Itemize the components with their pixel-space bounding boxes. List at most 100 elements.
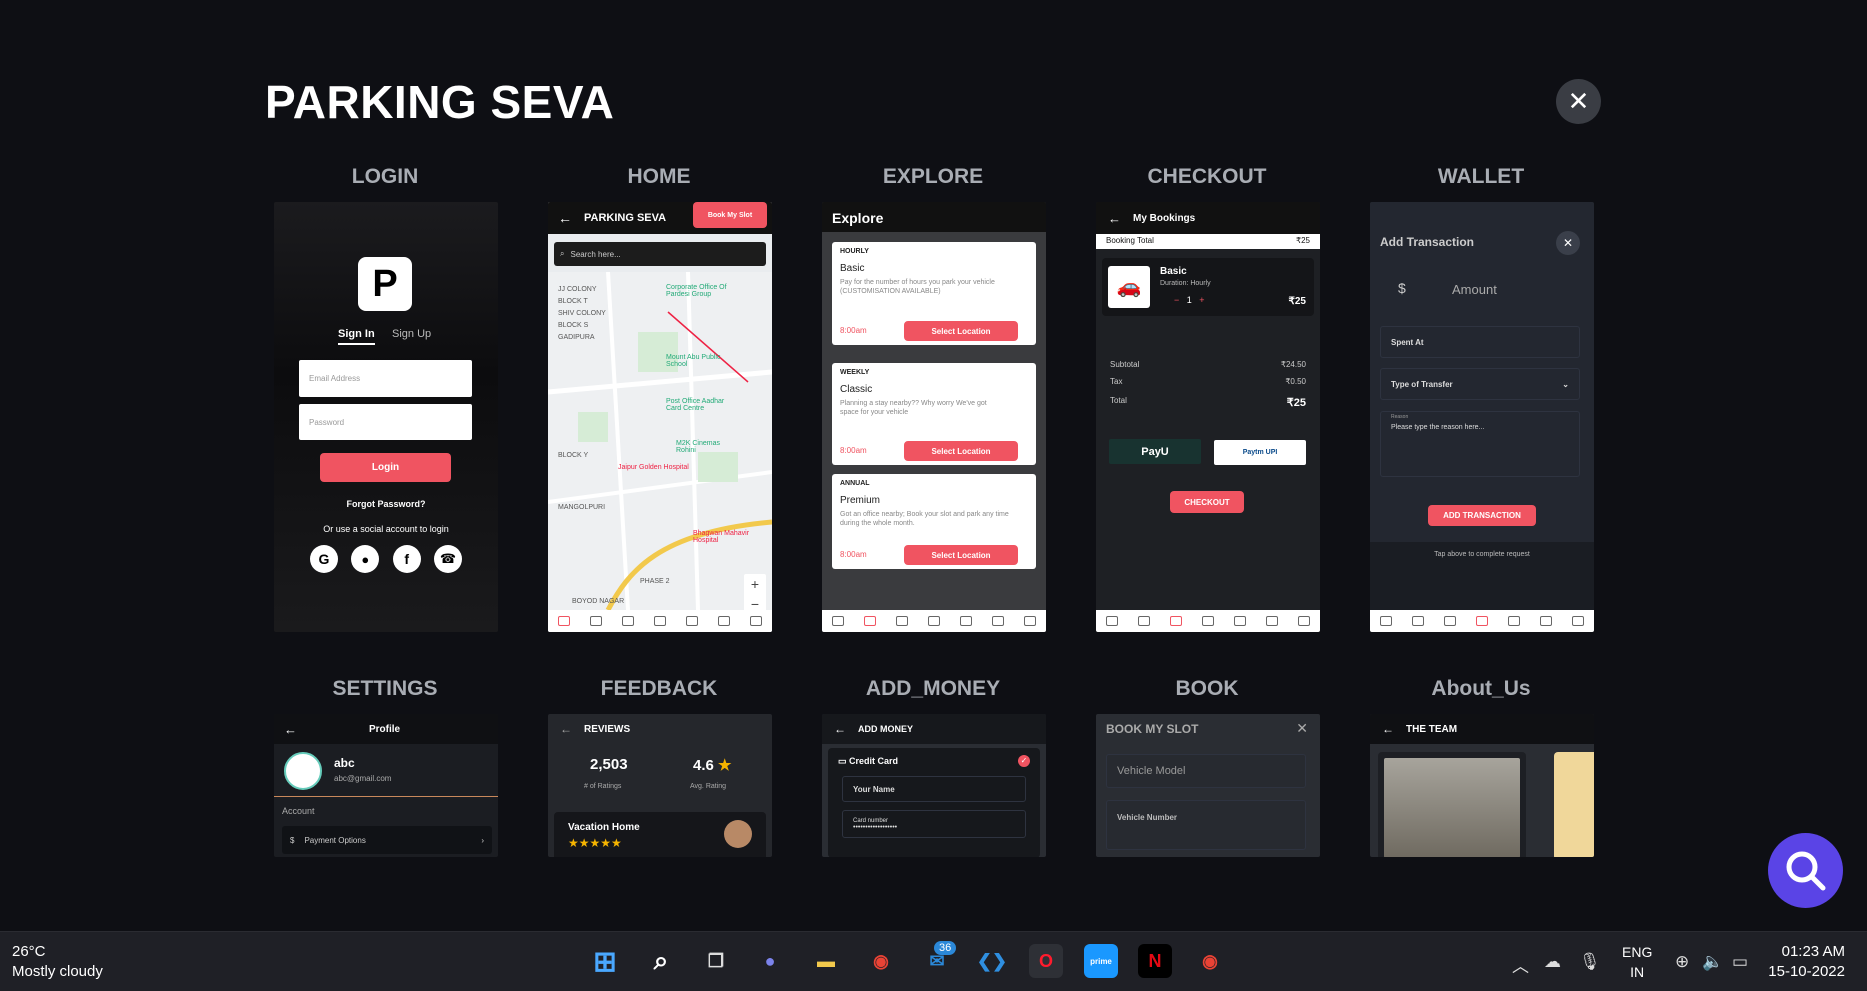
wallet-screen[interactable]: Add Transaction ✕ $ Amount Spent At Type… — [1370, 202, 1594, 632]
total-label: Total — [1110, 396, 1127, 405]
phone-icon[interactable]: ☎ — [433, 545, 462, 573]
vehicle-number-input[interactable]: Vehicle Number — [1106, 800, 1306, 850]
payment-options-item[interactable]: $ Payment Options › — [282, 826, 492, 854]
back-arrow-icon[interactable]: ← — [1382, 722, 1394, 736]
teams-chat-icon[interactable]: ● — [753, 944, 787, 978]
login-button[interactable]: Login — [320, 453, 451, 482]
clock[interactable]: 01:23 AM 15-10-2022 — [1768, 942, 1845, 982]
windows-start-icon[interactable]: ⊞ — [588, 944, 622, 978]
netflix-icon[interactable]: N — [1138, 944, 1172, 978]
payu-option[interactable]: PayU — [1109, 439, 1201, 464]
back-arrow-icon[interactable]: ← — [834, 722, 846, 736]
book-screen[interactable]: BOOK MY SLOT ✕ Vehicle Model Vehicle Num… — [1096, 714, 1320, 857]
email-field[interactable]: Email Address — [299, 360, 472, 397]
select-location-button[interactable]: Select Location — [904, 545, 1018, 565]
ratings-count: 2,503 — [590, 756, 628, 773]
back-arrow-icon[interactable]: ← — [284, 722, 297, 737]
onedrive-icon[interactable]: ☁ — [1544, 952, 1561, 972]
subtotal-label: Subtotal — [1110, 360, 1140, 369]
paytm-upi-option[interactable]: Paytm UPI — [1214, 440, 1306, 465]
map-label: MANGOLPURI — [558, 504, 606, 511]
check-icon: ✓ — [1018, 755, 1030, 767]
bottom-nav[interactable] — [822, 610, 1046, 632]
file-explorer-icon[interactable]: ▬ — [809, 944, 843, 978]
battery-icon[interactable]: ▭ — [1732, 952, 1748, 972]
login-screen[interactable]: P Sign In Sign Up Email Address Password… — [274, 202, 498, 632]
search-icon[interactable]: ⌕ — [644, 944, 678, 978]
bottom-nav[interactable] — [548, 610, 772, 632]
task-view-icon[interactable]: ❐ — [699, 944, 733, 978]
apple-icon[interactable]: ● — [351, 545, 380, 573]
card-label-book: BOOK — [1175, 677, 1239, 700]
map-label: PHASE 2 — [640, 578, 670, 585]
tab-signin[interactable]: Sign In — [338, 328, 375, 345]
select-location-button[interactable]: Select Location — [904, 321, 1018, 341]
chevron-down-icon: ⌄ — [1562, 379, 1569, 389]
opera-icon[interactable]: O — [1029, 944, 1063, 978]
volume-icon[interactable]: 🔈 — [1702, 952, 1723, 972]
book-my-slot-button[interactable]: Book My Slot — [693, 202, 767, 228]
card-label-settings: SETTINGS — [332, 677, 438, 700]
microphone-icon[interactable]: 🎙 — [1579, 952, 1601, 972]
plan-card[interactable]: WEEKLY Classic Planning a stay nearby?? … — [832, 363, 1036, 465]
qty-stepper[interactable]: − 1 + — [1174, 295, 1205, 305]
bottom-nav[interactable] — [1370, 610, 1594, 632]
wallet-hint: Tap above to complete request — [1434, 551, 1530, 558]
close-button[interactable]: ✕ — [1556, 79, 1601, 124]
feedback-screen[interactable]: ← REVIEWS 2,503 # of Ratings 4.6 ★ Avg. … — [548, 714, 772, 857]
map-search-input[interactable]: Search here... — [570, 250, 620, 259]
profile-name: abc — [334, 756, 355, 770]
rating-stars: ★★★★★ — [568, 836, 622, 850]
home-screen[interactable]: ← PARKING SEVA Book My Slot ⌕ Search her… — [548, 202, 772, 632]
tab-signup[interactable]: Sign Up — [392, 328, 431, 340]
back-arrow-icon[interactable]: ← — [560, 722, 572, 736]
map-label: BOYOD NAGAR — [572, 598, 625, 605]
about-us-screen[interactable]: ← THE TEAM — [1370, 714, 1594, 857]
name-input[interactable]: Your Name — [842, 776, 1026, 802]
chrome-icon[interactable]: ◉ — [864, 944, 898, 978]
back-arrow-icon[interactable]: ← — [558, 210, 572, 226]
prime-video-icon[interactable]: prime — [1084, 944, 1118, 978]
close-icon[interactable]: ✕ — [1296, 720, 1308, 737]
network-icon[interactable]: ⊕ — [1675, 952, 1689, 972]
close-icon[interactable]: ✕ — [1556, 231, 1580, 255]
amount-input[interactable]: Amount — [1452, 282, 1497, 297]
search-fab-button[interactable] — [1768, 833, 1843, 908]
avg-rating-label: Avg. Rating — [690, 783, 727, 790]
facebook-icon[interactable]: f — [392, 545, 421, 573]
language-indicator[interactable]: ENG IN — [1622, 942, 1652, 982]
ratings-label: # of Ratings — [584, 783, 622, 790]
chevron-up-icon[interactable]: ︿ — [1512, 952, 1529, 977]
password-field[interactable]: Password — [299, 404, 472, 440]
payment-method-card[interactable]: ▭ Credit Card ✓ Your Name Card number •••… — [828, 748, 1040, 857]
plan-card[interactable]: HOURLY Basic Pay for the number of hours… — [832, 242, 1036, 345]
total-value: ₹25 — [1286, 397, 1306, 409]
type-of-transfer-select[interactable]: Type of Transfer ⌄ — [1380, 368, 1580, 400]
spent-at-field[interactable]: Spent At — [1380, 326, 1580, 358]
back-arrow-icon[interactable]: ← — [1108, 211, 1121, 226]
vehicle-model-input[interactable]: Vehicle Model — [1106, 754, 1306, 788]
card-label-checkout: CHECKOUT — [1147, 165, 1267, 188]
google-icon[interactable]: G — [310, 545, 338, 573]
checkout-screen[interactable]: ← My Bookings Booking Total ₹25 🚗 Basic … — [1096, 202, 1320, 632]
explore-screen[interactable]: Explore HOURLY Basic Pay for the number … — [822, 202, 1046, 632]
plan-card[interactable]: ANNUAL Premium Got an office nearby; Boo… — [832, 474, 1036, 569]
reason-textarea[interactable]: Reason Please type the reason here... — [1380, 411, 1580, 477]
forgot-password-link[interactable]: Forgot Password? — [274, 499, 498, 509]
card-number-input[interactable]: Card number •••••••••••••••••• — [842, 810, 1026, 838]
chrome-icon[interactable]: ◉ — [1193, 944, 1227, 978]
checkout-button[interactable]: CHECKOUT — [1170, 491, 1244, 513]
vscode-icon[interactable]: ❮❯ — [975, 944, 1009, 978]
card-label-wallet: WALLET — [1437, 165, 1525, 188]
select-location-button[interactable]: Select Location — [904, 441, 1018, 461]
weather-widget[interactable]: 26°C Mostly cloudy — [12, 942, 103, 982]
search-icon: ⌕ — [560, 249, 565, 258]
team-member-photo — [1384, 758, 1520, 857]
zoom-controls[interactable]: + − — [744, 574, 766, 614]
settings-screen[interactable]: ← Profile abc abc@gmail.com Account $ Pay… — [274, 714, 498, 857]
parking-logo-icon: P — [358, 257, 412, 311]
add-transaction-button[interactable]: ADD TRANSACTION — [1428, 505, 1536, 526]
add-money-screen[interactable]: ← ADD MONEY ▭ Credit Card ✓ Your Name Ca… — [822, 714, 1046, 857]
add-money-title: ADD MONEY — [858, 724, 914, 734]
bottom-nav[interactable] — [1096, 610, 1320, 632]
